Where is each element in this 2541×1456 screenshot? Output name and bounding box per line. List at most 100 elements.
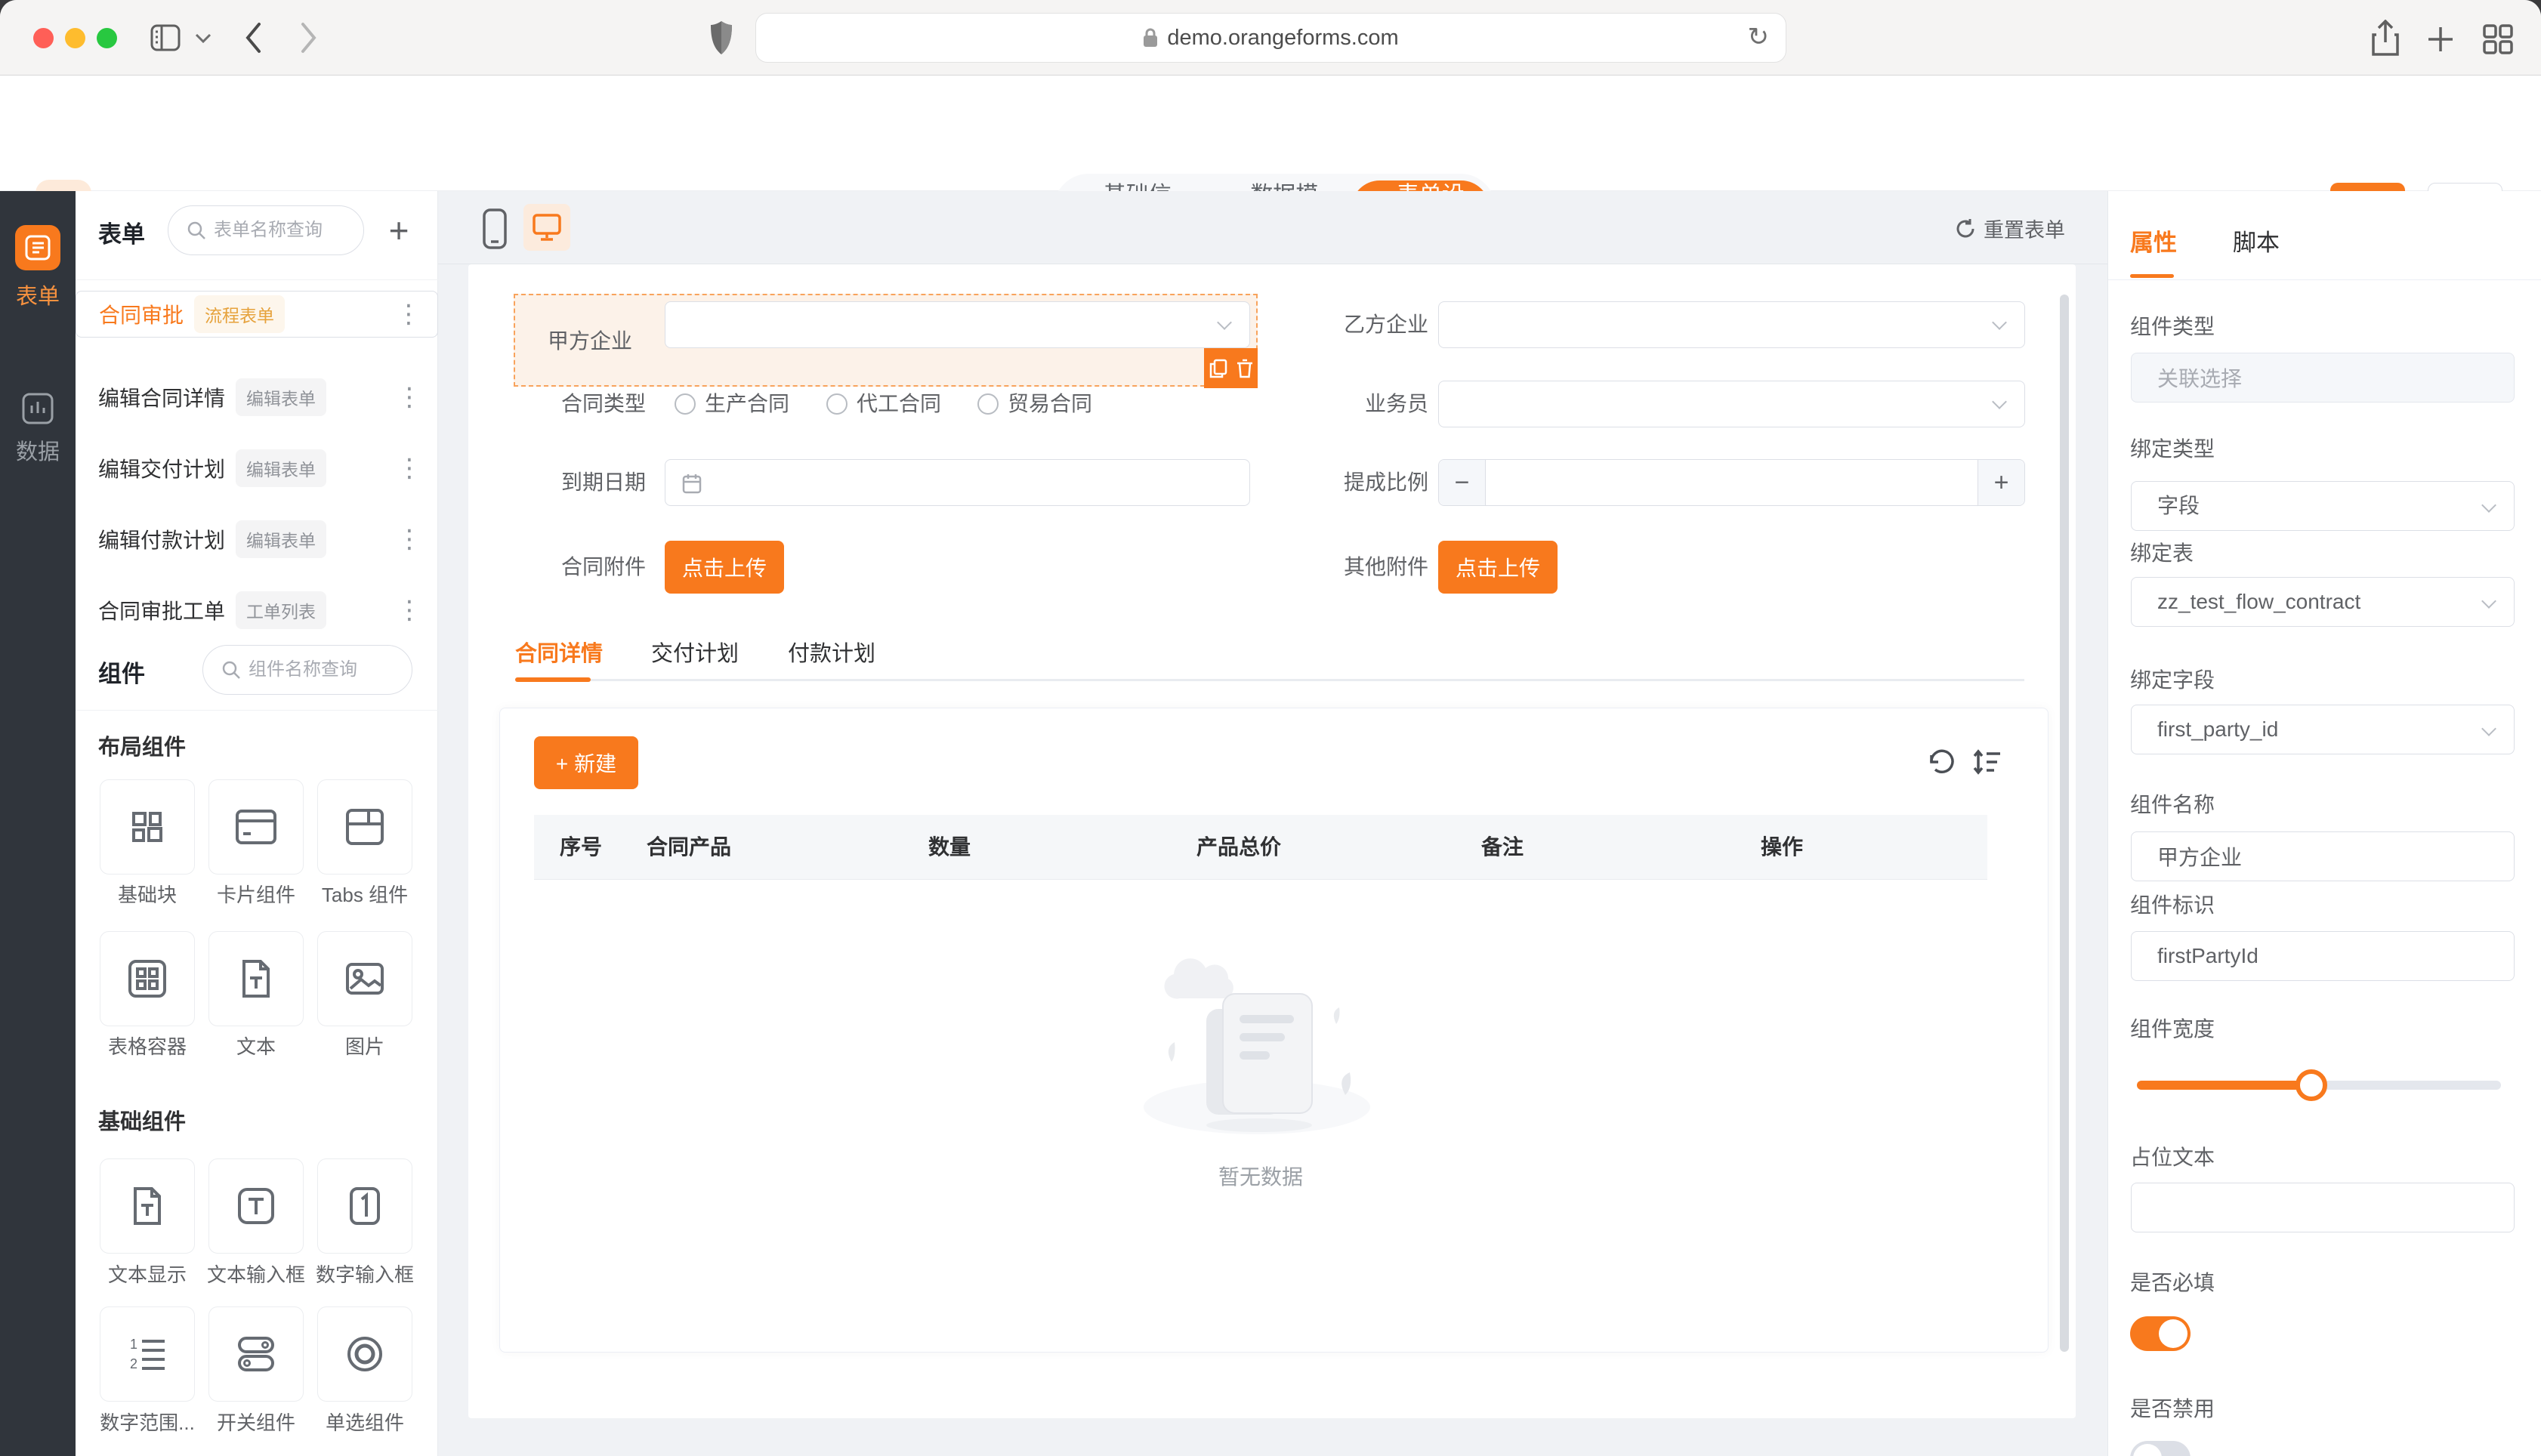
zoom-window-button[interactable] bbox=[97, 28, 117, 48]
component-table-container[interactable] bbox=[100, 931, 195, 1026]
component-text[interactable] bbox=[208, 931, 304, 1026]
commission-stepper[interactable]: − + bbox=[1438, 459, 2025, 506]
required-toggle[interactable] bbox=[2130, 1316, 2191, 1351]
form-list-item[interactable]: 编辑交付计划 编辑表单 ⋮ bbox=[76, 433, 438, 504]
copy-icon[interactable] bbox=[1209, 359, 1227, 378]
component-radio[interactable] bbox=[317, 1306, 412, 1402]
selected-field-first-party[interactable]: 甲方企业 bbox=[514, 294, 1258, 388]
contract-upload-button[interactable]: 点击上传 bbox=[665, 541, 784, 594]
radio-label[interactable]: 生产合同 bbox=[705, 391, 789, 417]
form-list-item[interactable]: 编辑付款计划 编辑表单 ⋮ bbox=[76, 504, 438, 575]
component-basic-block[interactable] bbox=[100, 779, 195, 875]
sort-columns-icon[interactable] bbox=[1973, 748, 2002, 776]
due-date-input[interactable] bbox=[665, 459, 1250, 506]
bind-field-label: 绑定字段 bbox=[2130, 668, 2215, 692]
share-icon[interactable] bbox=[2370, 20, 2401, 57]
form-search-box[interactable] bbox=[168, 205, 364, 255]
divider bbox=[76, 279, 438, 280]
first-party-select[interactable] bbox=[665, 301, 1250, 348]
column-header[interactable]: 数量 bbox=[928, 815, 971, 880]
column-header[interactable]: 备注 bbox=[1481, 815, 1524, 880]
component-text-input[interactable] bbox=[208, 1158, 304, 1254]
bind-type-select[interactable]: 字段 bbox=[2131, 481, 2515, 531]
rail-label-forms[interactable]: 表单 bbox=[0, 279, 76, 310]
rail-label-data[interactable]: 数据 bbox=[0, 434, 76, 466]
other-upload-button[interactable]: 点击上传 bbox=[1438, 541, 1558, 594]
component-search-input[interactable] bbox=[249, 659, 384, 680]
component-image[interactable] bbox=[317, 931, 412, 1026]
radio-oem[interactable] bbox=[826, 393, 848, 415]
components-panel-title: 组件 bbox=[98, 661, 145, 687]
chevron-down-icon[interactable] bbox=[195, 33, 211, 44]
second-party-select[interactable] bbox=[1438, 301, 2025, 348]
tab-script[interactable]: 脚本 bbox=[2233, 224, 2280, 258]
stepper-decrease-button[interactable]: − bbox=[1439, 460, 1486, 505]
left-rail: 表单 数据 bbox=[0, 191, 76, 1456]
component-width-slider-thumb[interactable] bbox=[2296, 1069, 2328, 1101]
placeholder-input[interactable] bbox=[2131, 1183, 2515, 1232]
tab-contract-detail[interactable]: 合同详情 bbox=[515, 636, 603, 668]
mobile-view-icon[interactable] bbox=[482, 208, 508, 250]
new-row-button[interactable]: + 新建 bbox=[534, 736, 638, 789]
tab-properties[interactable]: 属性 bbox=[2130, 224, 2177, 258]
bind-table-select[interactable]: zz_test_flow_contract bbox=[2131, 577, 2515, 627]
form-list-item[interactable]: 编辑合同详情 编辑表单 ⋮ bbox=[76, 362, 438, 433]
salesman-select[interactable] bbox=[1438, 381, 2025, 427]
more-actions-icon[interactable]: ⋮ bbox=[394, 524, 425, 554]
radio-label[interactable]: 代工合同 bbox=[857, 391, 941, 417]
component-search-box[interactable] bbox=[202, 645, 412, 695]
close-window-button[interactable] bbox=[33, 28, 54, 48]
add-form-button[interactable]: + bbox=[379, 211, 418, 250]
sidebar-toggle-icon[interactable] bbox=[150, 23, 181, 53]
component-number-range[interactable]: 12 bbox=[100, 1306, 195, 1402]
refresh-icon[interactable] bbox=[1928, 748, 1956, 776]
component-label: 文本输入框 bbox=[206, 1263, 305, 1286]
form-list-item[interactable]: 合同审批工单 工单列表 ⋮ bbox=[76, 575, 438, 646]
more-actions-icon[interactable]: ⋮ bbox=[394, 453, 425, 483]
rail-item-forms[interactable] bbox=[15, 225, 60, 270]
data-icon[interactable] bbox=[21, 392, 54, 425]
tab-overview-icon[interactable] bbox=[2482, 23, 2514, 55]
shield-icon[interactable] bbox=[709, 18, 734, 57]
disabled-toggle[interactable] bbox=[2130, 1441, 2191, 1456]
component-id-input[interactable] bbox=[2131, 931, 2515, 981]
component-card[interactable] bbox=[208, 779, 304, 875]
component-text-display[interactable] bbox=[100, 1158, 195, 1254]
component-tabs[interactable] bbox=[317, 779, 412, 875]
new-tab-icon[interactable] bbox=[2426, 25, 2455, 54]
column-header[interactable]: 操作 bbox=[1761, 815, 1803, 880]
component-name-input[interactable] bbox=[2131, 831, 2515, 881]
tab-delivery-plan[interactable]: 交付计划 bbox=[651, 636, 739, 668]
form-type-badge: 编辑表单 bbox=[236, 378, 327, 416]
radio-label[interactable]: 贸易合同 bbox=[1008, 391, 1092, 417]
reset-form-button[interactable]: 重置表单 bbox=[1955, 214, 2065, 243]
tab-payment-plan[interactable]: 付款计划 bbox=[788, 636, 875, 668]
delete-icon[interactable] bbox=[1237, 359, 1253, 378]
address-bar[interactable]: demo.orangeforms.com ↻ bbox=[755, 13, 1786, 63]
bind-field-select[interactable]: first_party_id bbox=[2131, 705, 2515, 754]
form-surface: 甲方企业 乙方企业 合同类型 生产合同 代工合同 贸易合同 业务员 到期日期 提… bbox=[468, 264, 2076, 1418]
chevron-down-icon bbox=[2481, 498, 2496, 513]
component-label: 表格容器 bbox=[107, 1035, 187, 1058]
stepper-increase-button[interactable]: + bbox=[1978, 460, 2024, 505]
radio-trade[interactable] bbox=[977, 393, 999, 415]
canvas-scrollbar[interactable] bbox=[2060, 295, 2069, 1352]
minimize-window-button[interactable] bbox=[65, 28, 85, 48]
reload-icon[interactable]: ↻ bbox=[1748, 22, 1770, 52]
more-actions-icon[interactable]: ⋮ bbox=[394, 299, 424, 329]
canvas-toolbar: 重置表单 bbox=[438, 191, 2107, 264]
component-width-slider[interactable] bbox=[2137, 1069, 2501, 1101]
column-header[interactable]: 序号 bbox=[560, 815, 602, 880]
radio-production[interactable] bbox=[675, 393, 696, 415]
more-actions-icon[interactable]: ⋮ bbox=[394, 595, 425, 625]
back-icon[interactable] bbox=[243, 21, 263, 54]
form-list-item[interactable]: 合同审批 流程表单 ⋮ bbox=[76, 291, 438, 338]
forward-icon[interactable] bbox=[299, 21, 319, 54]
component-switch[interactable] bbox=[208, 1306, 304, 1402]
more-actions-icon[interactable]: ⋮ bbox=[394, 382, 425, 412]
desktop-view-button[interactable] bbox=[523, 204, 570, 251]
column-header[interactable]: 合同产品 bbox=[647, 815, 731, 880]
component-number-input[interactable] bbox=[317, 1158, 412, 1254]
column-header[interactable]: 产品总价 bbox=[1196, 815, 1281, 880]
form-search-input[interactable] bbox=[214, 220, 350, 241]
